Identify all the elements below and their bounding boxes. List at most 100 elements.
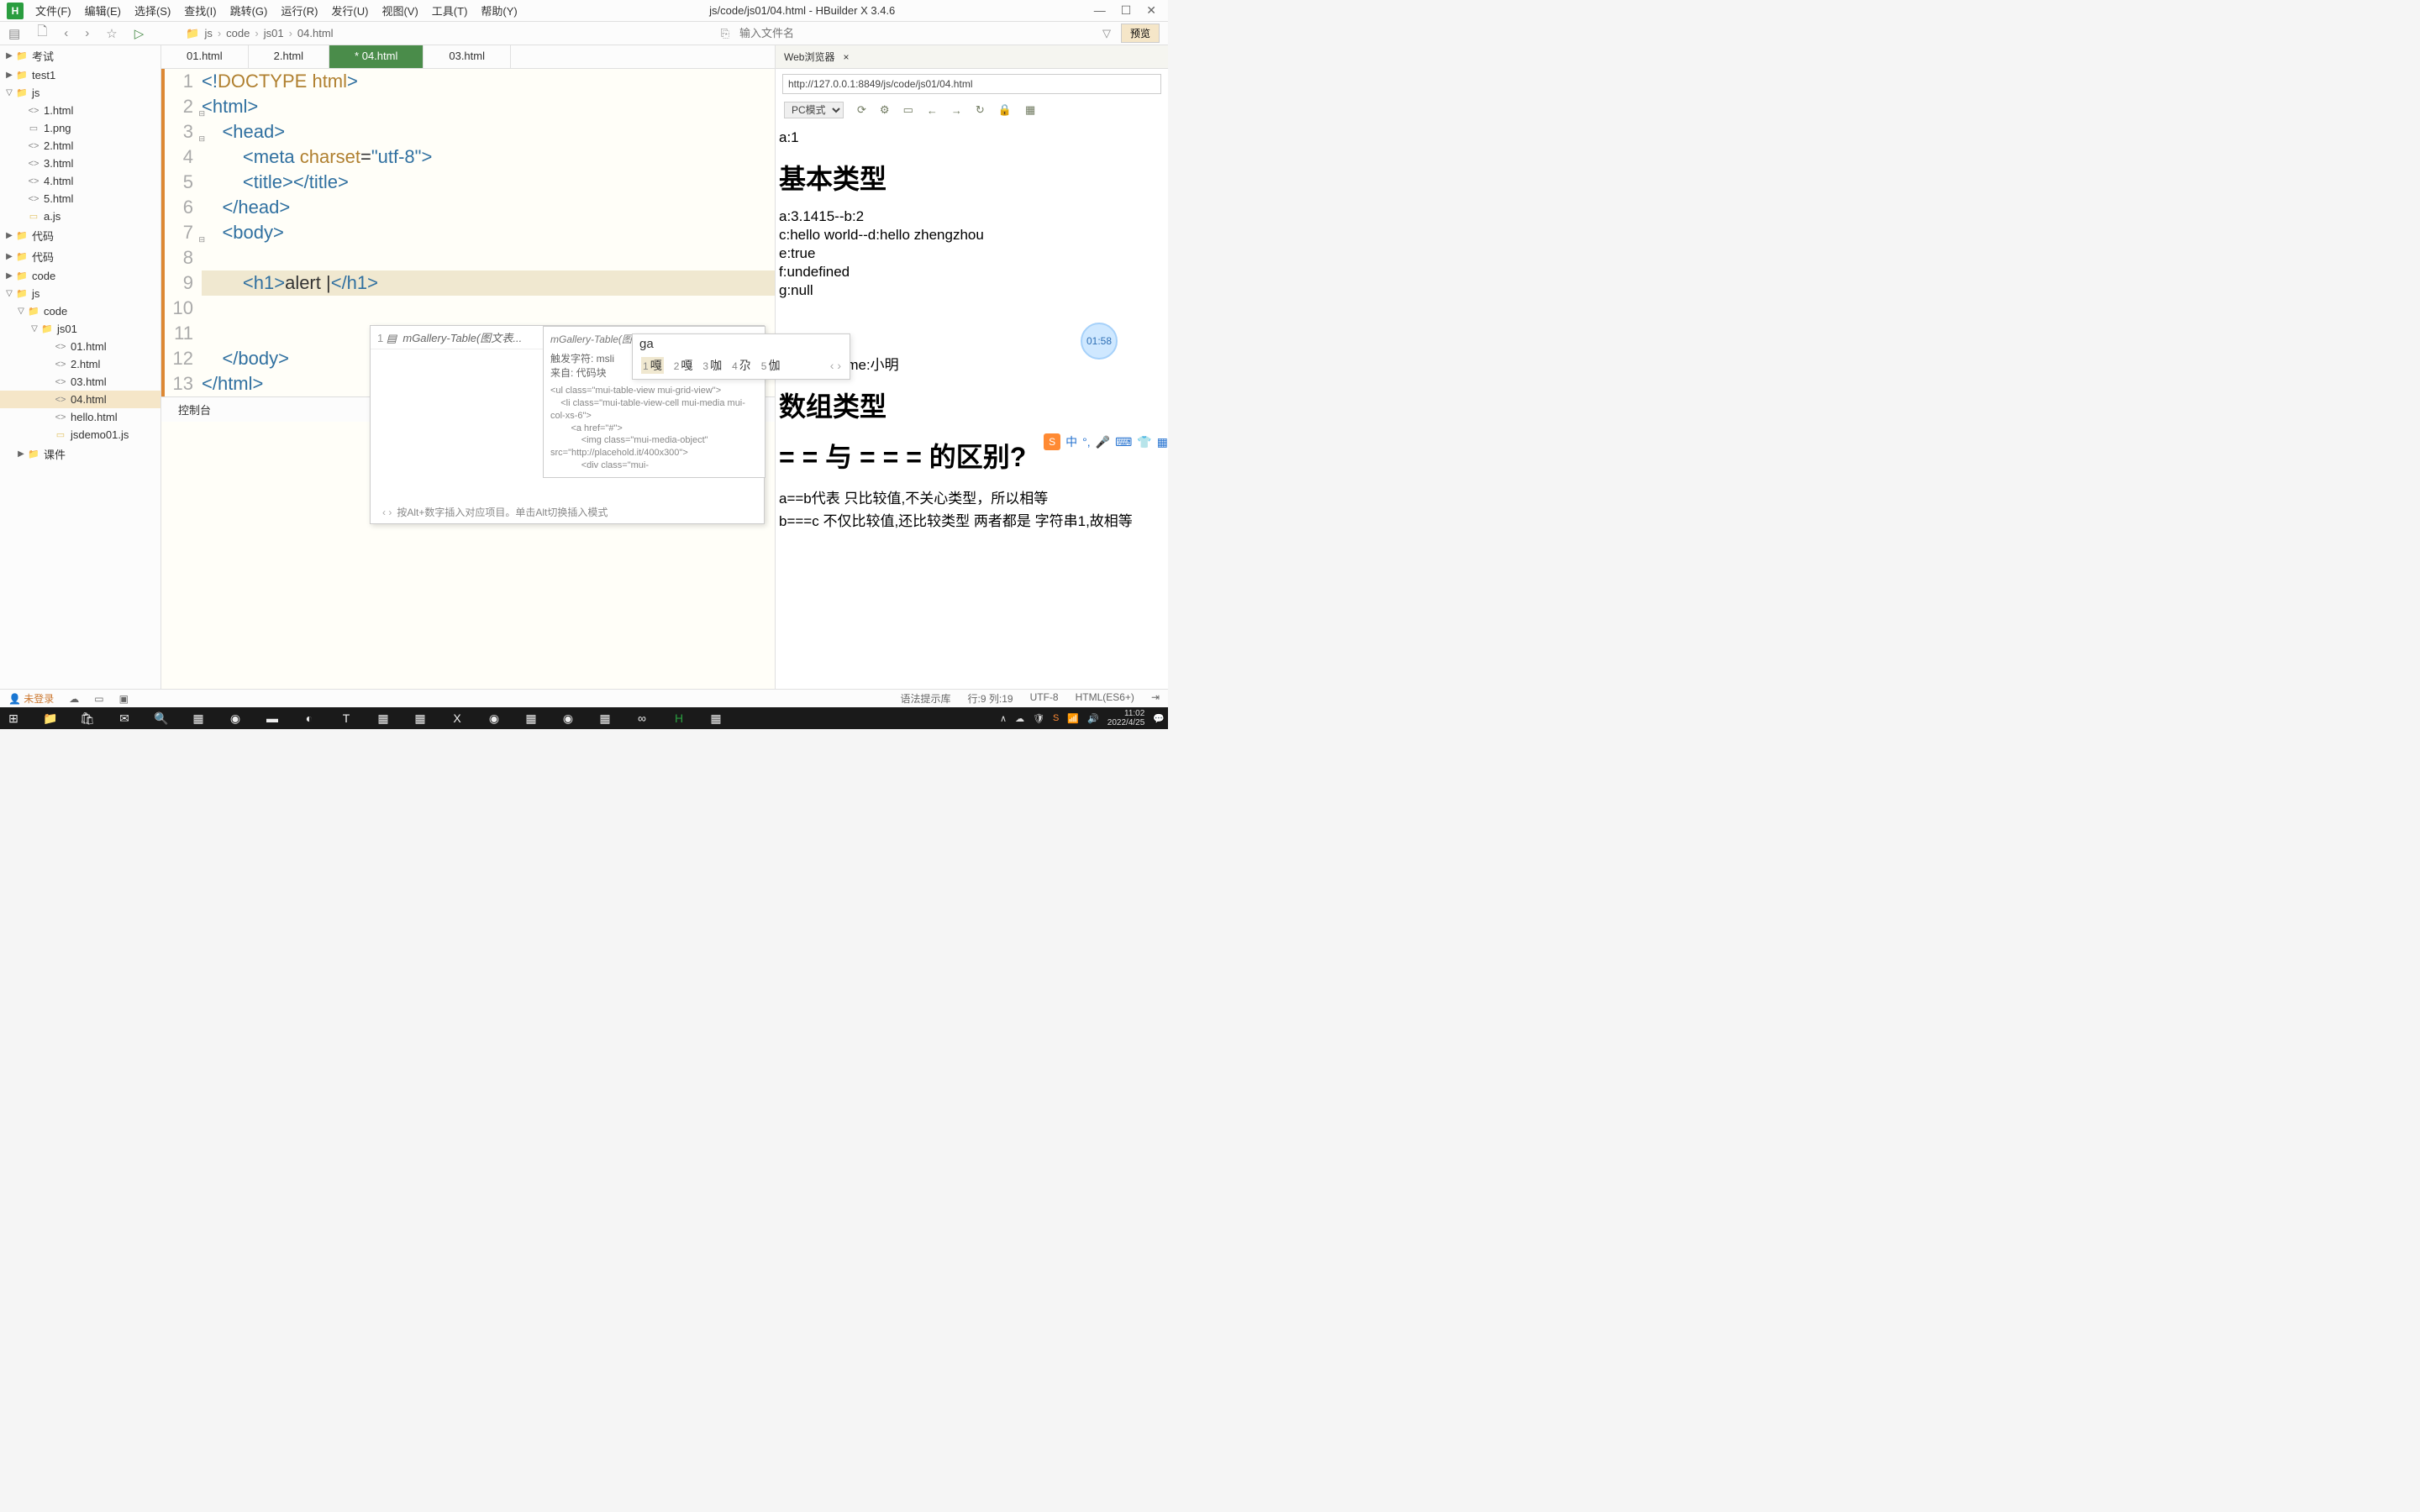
app-icon[interactable]: ▦ (410, 709, 430, 727)
editor-tab[interactable]: 2.html (249, 45, 329, 68)
back-icon[interactable]: ‹ (64, 26, 68, 40)
nav-back-icon[interactable]: ← (927, 104, 938, 117)
app-icon[interactable]: ∞ (632, 709, 652, 727)
reload-icon[interactable]: ↻ (976, 103, 985, 117)
tree-item[interactable]: <>5.html (0, 190, 160, 207)
user-status[interactable]: 👤 未登录 (8, 691, 54, 706)
search-file-icon[interactable]: ⎘ (721, 27, 729, 40)
app-icon[interactable]: T (336, 709, 356, 727)
tray-up-icon[interactable]: ∧ (1000, 713, 1007, 724)
tree-item[interactable]: ▽📁js (0, 285, 160, 302)
settings-icon[interactable]: ⚙ (880, 103, 890, 117)
search-icon[interactable]: 🔍 (151, 709, 171, 727)
maximize-icon[interactable]: ☐ (1121, 3, 1132, 18)
new-file-icon[interactable]: ▤ (8, 26, 20, 41)
qr-icon[interactable]: ▦ (1025, 103, 1035, 117)
nav-forward-icon[interactable]: → (951, 104, 962, 117)
encoding[interactable]: UTF-8 (1030, 691, 1059, 706)
browser-tab-close-icon[interactable]: × (843, 51, 849, 63)
notification-icon[interactable]: 💬 (1153, 713, 1165, 724)
breadcrumb-item[interactable]: js (204, 27, 212, 39)
tree-item[interactable]: ▶📁考试 (0, 45, 160, 66)
hint-library[interactable]: 语法提示库 (901, 691, 951, 706)
menu-find[interactable]: 查找(I) (179, 1, 221, 20)
ime-keyboard-icon[interactable]: ⌨ (1115, 435, 1132, 449)
menu-view[interactable]: 视图(V) (376, 1, 423, 20)
app-icon[interactable]: ▦ (521, 709, 541, 727)
filter-icon[interactable]: ▽ (1102, 27, 1111, 40)
indent-icon[interactable]: ⇥ (1151, 691, 1160, 706)
ime-toolbar[interactable]: S 中 °, 🎤 ⌨ 👕 ▦ (1044, 433, 1168, 450)
menu-tools[interactable]: 工具(T) (427, 1, 473, 20)
ime-lang-icon[interactable]: 中 (1065, 433, 1077, 450)
forward-icon[interactable]: › (85, 26, 89, 40)
close-icon[interactable]: ✕ (1146, 3, 1156, 18)
minimize-icon[interactable]: — (1094, 3, 1106, 18)
app-icon[interactable]: X (447, 709, 467, 727)
chrome-icon[interactable]: ◉ (225, 709, 245, 727)
tree-item[interactable]: <>3.html (0, 155, 160, 172)
menu-file[interactable]: 文件(F) (30, 1, 76, 20)
app-icon[interactable]: ◉ (558, 709, 578, 727)
ime-skin-icon[interactable]: 👕 (1137, 435, 1151, 449)
tree-item[interactable]: ▽📁js (0, 84, 160, 102)
browser-mode-select[interactable]: PC模式 (784, 102, 844, 118)
tree-item[interactable]: <>2.html (0, 355, 160, 373)
tree-item[interactable]: <>2.html (0, 137, 160, 155)
taskbar-clock[interactable]: 11:02 2022/4/25 (1107, 709, 1145, 727)
menu-edit[interactable]: 编辑(E) (80, 1, 126, 20)
tree-item[interactable]: <>4.html (0, 172, 160, 190)
tray-shield-icon[interactable]: 🛡 (1033, 713, 1044, 724)
browser-tab-label[interactable]: Web浏览器 (784, 50, 834, 64)
start-icon[interactable]: ⊞ (3, 709, 24, 727)
tree-item[interactable]: ▭a.js (0, 207, 160, 225)
hbuilder-icon[interactable]: H (669, 709, 689, 727)
lock-icon[interactable]: 🔒 (998, 103, 1012, 117)
app-icon[interactable]: ▦ (373, 709, 393, 727)
timer-badge[interactable]: 01:58 (1081, 323, 1118, 360)
terminal-icon[interactable]: ▬ (262, 709, 282, 727)
search-input[interactable] (739, 27, 1092, 39)
tray-wifi-icon[interactable]: 📶 (1067, 713, 1079, 724)
tree-item[interactable]: <>hello.html (0, 408, 160, 426)
breadcrumb-item[interactable]: js01 (264, 27, 284, 39)
tree-item[interactable]: <>03.html (0, 373, 160, 391)
explorer-icon[interactable]: 📁 (40, 709, 60, 727)
run-icon[interactable]: ▷ (134, 26, 145, 41)
refresh-icon[interactable]: ⟳ (857, 103, 866, 117)
box-icon[interactable]: ▣ (119, 693, 129, 705)
sync-icon[interactable]: ☁ (69, 693, 79, 705)
mail-icon[interactable]: ✉ (114, 709, 134, 727)
breadcrumb-item[interactable]: 04.html (297, 27, 334, 39)
tree-item[interactable]: ▶📁code (0, 267, 160, 285)
tree-item[interactable]: ▶📁test1 (0, 66, 160, 84)
app-icon[interactable]: ▦ (188, 709, 208, 727)
editor-tab[interactable]: 03.html (424, 45, 511, 68)
ime-popup[interactable]: ga 1嘎2嘎3咖4尕5伽‹ › (632, 333, 850, 380)
editor-tab[interactable]: * 04.html (329, 45, 424, 68)
breadcrumb-item[interactable]: code (226, 27, 250, 39)
tray-cloud-icon[interactable]: ☁ (1015, 713, 1024, 724)
tree-item[interactable]: ▭jsdemo01.js (0, 426, 160, 444)
ime-punct-icon[interactable]: °, (1082, 435, 1091, 449)
menu-help[interactable]: 帮助(Y) (476, 1, 522, 20)
app-icon[interactable]: ▦ (595, 709, 615, 727)
console-tab[interactable]: 控制台 (161, 398, 228, 421)
tree-item[interactable]: ▶📁代码 (0, 246, 160, 267)
tree-item[interactable]: ▽📁code (0, 302, 160, 320)
tray-volume-icon[interactable]: 🔊 (1087, 713, 1099, 724)
preview-button[interactable]: 预览 (1121, 24, 1160, 43)
tree-item[interactable]: ▭1.png (0, 119, 160, 137)
star-icon[interactable]: ☆ (106, 26, 117, 41)
tree-item[interactable]: <>01.html (0, 338, 160, 355)
ime-candidates[interactable]: 1嘎2嘎3咖4尕5伽‹ › (633, 354, 850, 379)
language-mode[interactable]: HTML(ES6+) (1076, 691, 1134, 706)
terminal-icon[interactable]: ▭ (94, 693, 103, 705)
app-icon[interactable]: ▦ (706, 709, 726, 727)
tree-item[interactable]: <>1.html (0, 102, 160, 119)
ime-mic-icon[interactable]: 🎤 (1096, 435, 1110, 449)
menu-select[interactable]: 选择(S) (129, 1, 176, 20)
tree-item[interactable]: ▽📁js01 (0, 320, 160, 338)
ime-menu-icon[interactable]: ▦ (1157, 435, 1168, 449)
tree-item[interactable]: ▶📁课件 (0, 444, 160, 465)
